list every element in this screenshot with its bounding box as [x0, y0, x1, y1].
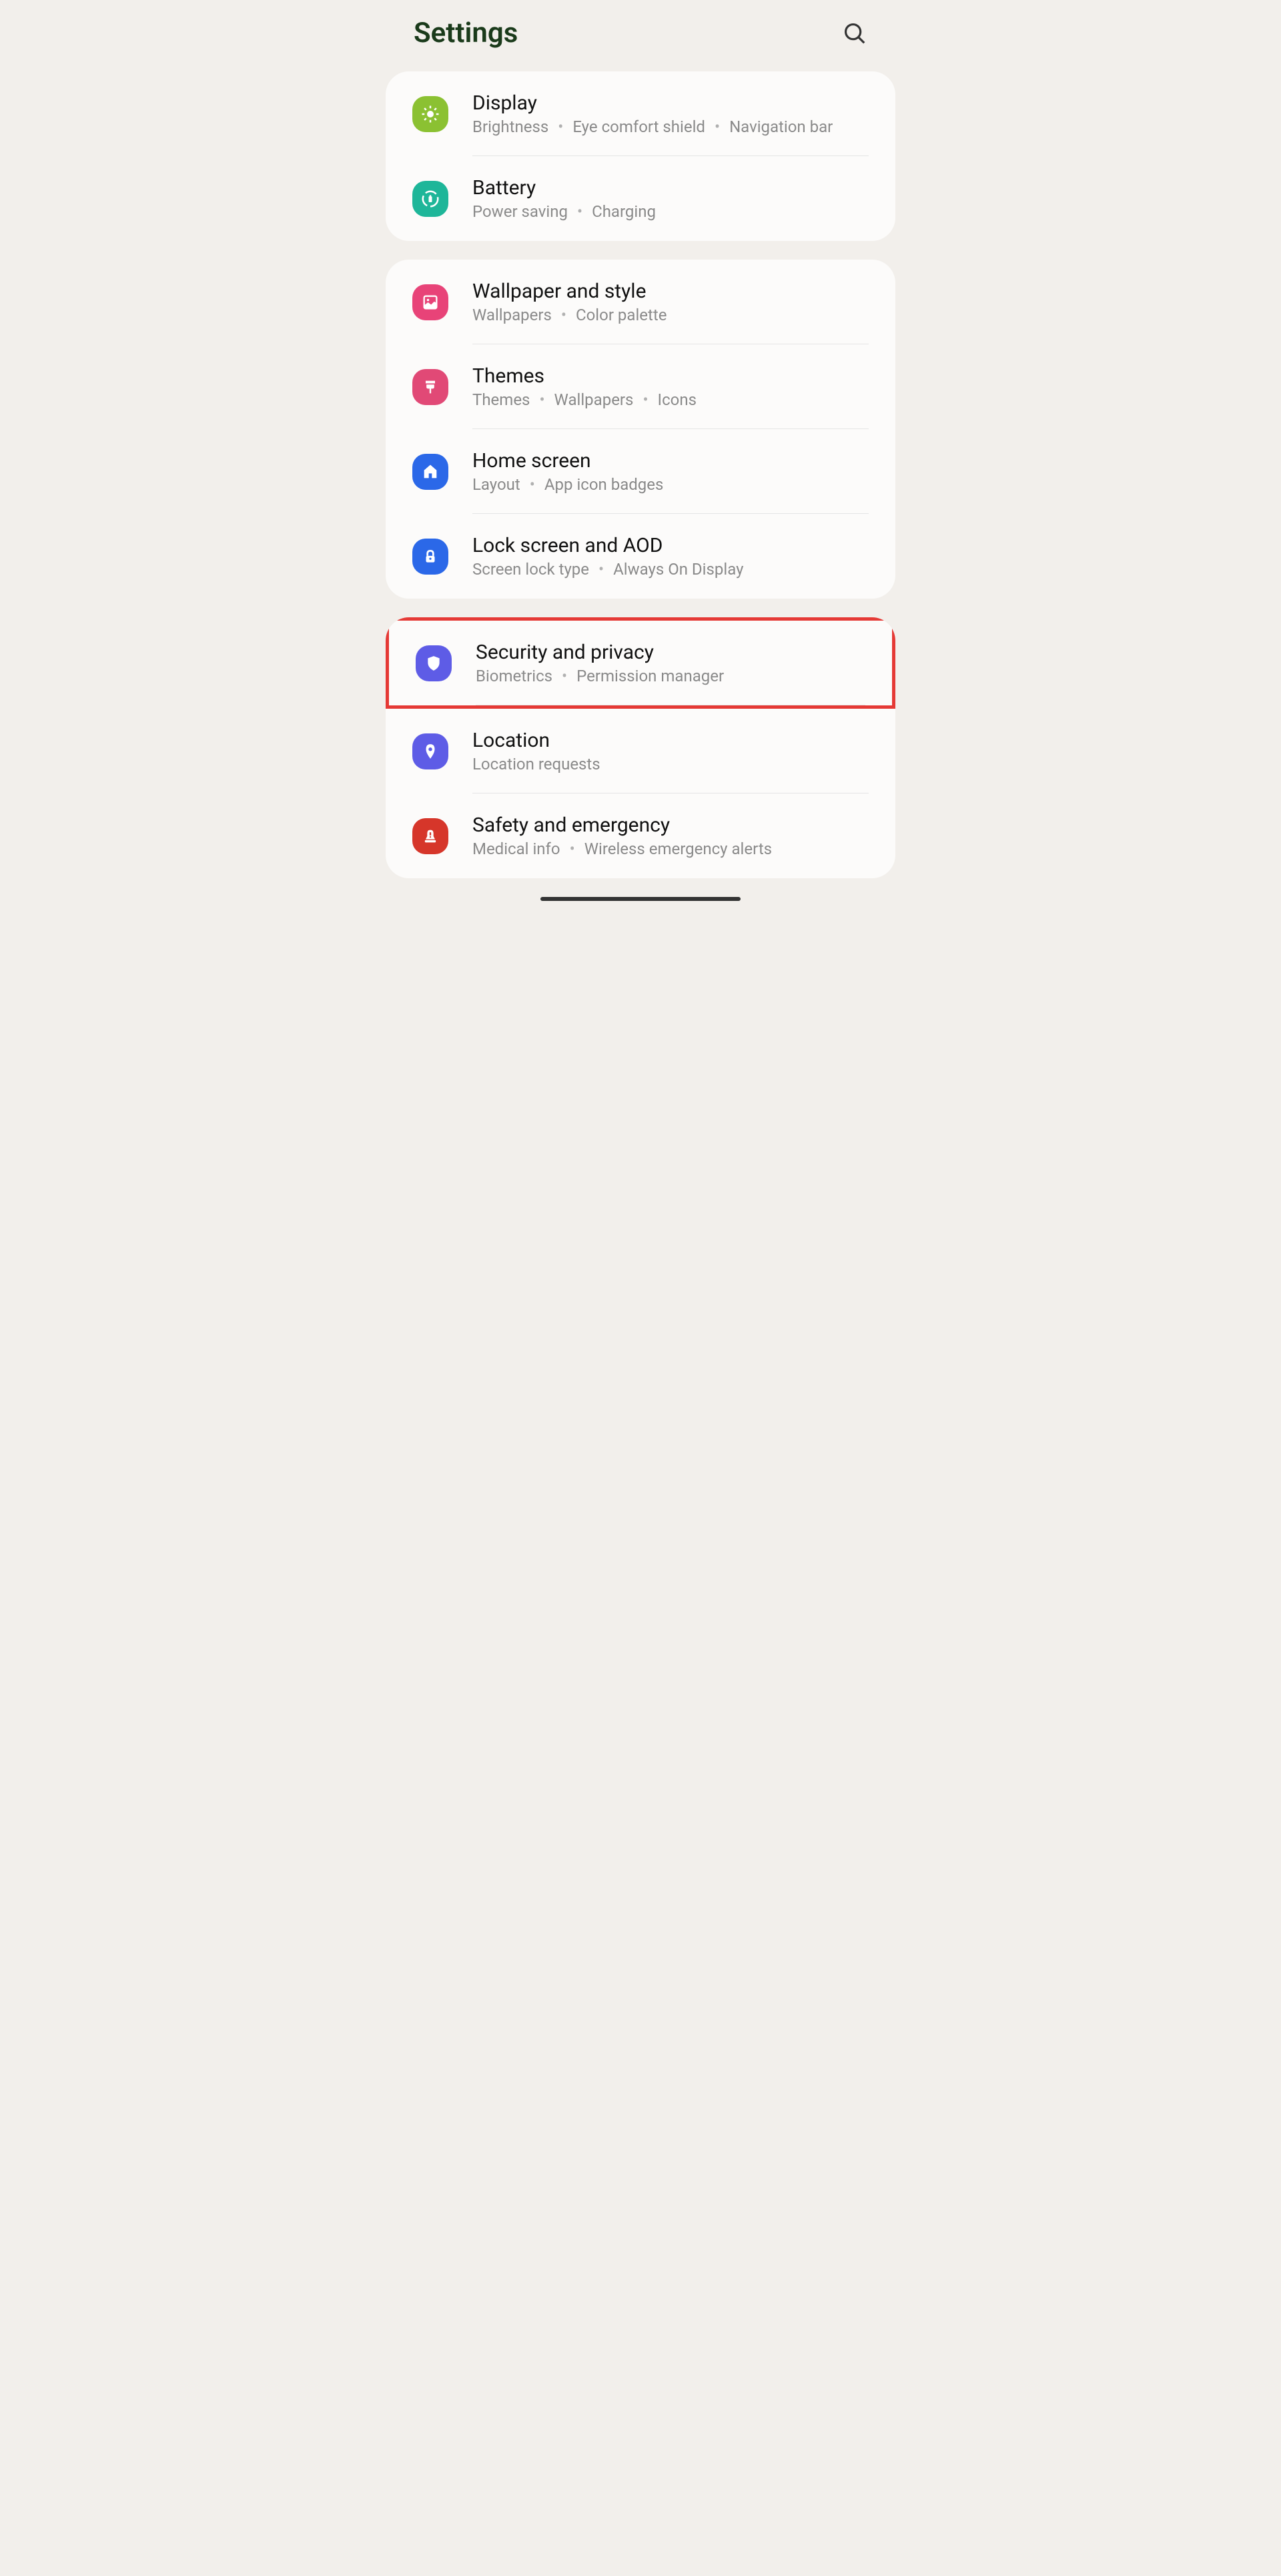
settings-item-themes[interactable]: Themes Themes • Wallpapers • Icons [386, 344, 895, 429]
page-title: Settings [414, 17, 518, 49]
settings-group-1: Display Brightness • Eye comfort shield … [386, 71, 895, 241]
wallpaper-icon [412, 284, 448, 320]
item-subtitle: Medical info • Wireless emergency alerts [472, 840, 869, 858]
item-content: Safety and emergency Medical info • Wire… [472, 814, 869, 858]
settings-item-display[interactable]: Display Brightness • Eye comfort shield … [386, 71, 895, 156]
gesture-bar[interactable] [540, 897, 741, 901]
settings-item-security[interactable]: Security and privacy Biometrics • Permis… [386, 617, 895, 709]
settings-group-2: Wallpaper and style Wallpapers • Color p… [386, 260, 895, 599]
home-icon [412, 454, 448, 490]
item-title: Lock screen and AOD [472, 534, 869, 557]
settings-item-lock-screen[interactable]: Lock screen and AOD Screen lock type • A… [386, 514, 895, 599]
item-subtitle: Screen lock type • Always On Display [472, 560, 869, 579]
item-title: Wallpaper and style [472, 280, 869, 303]
item-title: Display [472, 91, 869, 115]
item-subtitle: Power saving • Charging [472, 202, 869, 221]
item-content: Battery Power saving • Charging [472, 176, 869, 221]
item-subtitle: Location requests [472, 755, 869, 773]
display-icon [412, 96, 448, 132]
item-title: Themes [472, 364, 869, 388]
item-subtitle: Brightness • Eye comfort shield • Naviga… [472, 117, 869, 136]
item-content: Lock screen and AOD Screen lock type • A… [472, 534, 869, 579]
item-subtitle: Layout • App icon badges [472, 475, 869, 494]
settings-item-home-screen[interactable]: Home screen Layout • App icon badges [386, 429, 895, 514]
item-content: Themes Themes • Wallpapers • Icons [472, 364, 869, 409]
search-icon[interactable] [842, 21, 867, 46]
location-icon [412, 733, 448, 769]
item-title: Home screen [472, 449, 869, 472]
lock-icon [412, 539, 448, 575]
settings-item-battery[interactable]: Battery Power saving • Charging [386, 156, 895, 241]
item-content: Home screen Layout • App icon badges [472, 449, 869, 494]
item-title: Security and privacy [476, 641, 865, 664]
item-title: Battery [472, 176, 869, 200]
item-title: Safety and emergency [472, 814, 869, 837]
item-content: Wallpaper and style Wallpapers • Color p… [472, 280, 869, 324]
battery-icon [412, 181, 448, 217]
item-subtitle: Biometrics • Permission manager [476, 667, 865, 685]
safety-icon [412, 818, 448, 854]
settings-group-3: Security and privacy Biometrics • Permis… [386, 617, 895, 878]
item-content: Location Location requests [472, 729, 869, 773]
item-content: Display Brightness • Eye comfort shield … [472, 91, 869, 136]
item-title: Location [472, 729, 869, 752]
settings-item-location[interactable]: Location Location requests [386, 709, 895, 793]
shield-icon [416, 645, 452, 681]
settings-item-safety[interactable]: Safety and emergency Medical info • Wire… [386, 793, 895, 878]
themes-icon [412, 369, 448, 405]
header: Settings [380, 0, 901, 66]
item-content: Security and privacy Biometrics • Permis… [476, 641, 865, 685]
item-subtitle: Wallpapers • Color palette [472, 306, 869, 324]
settings-item-wallpaper[interactable]: Wallpaper and style Wallpapers • Color p… [386, 260, 895, 344]
item-subtitle: Themes • Wallpapers • Icons [472, 390, 869, 409]
